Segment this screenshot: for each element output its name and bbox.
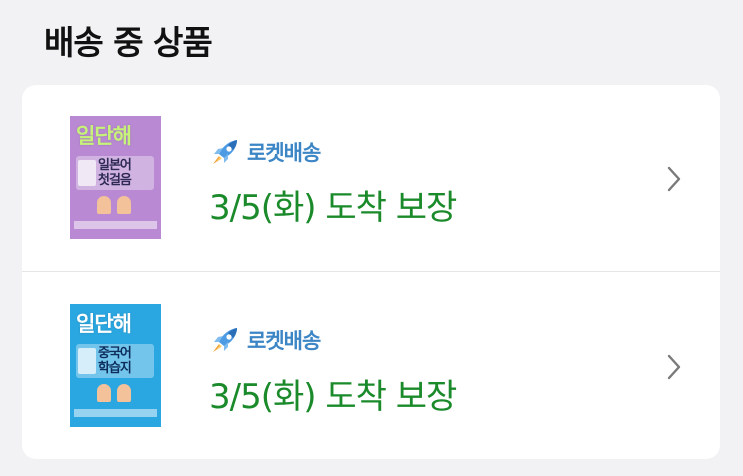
cover-brand: 일단해 <box>76 124 132 148</box>
shipping-item[interactable]: 일단해 일본어 첫걸음 로켓배송 3/5(화) 도착 보장 <box>22 85 720 271</box>
cover-subtitle-line-1: 일본어 <box>98 158 132 173</box>
delivery-type-label: 로켓배송 <box>247 141 321 165</box>
cover-subtitle-line-1: 중국어 <box>98 346 132 361</box>
arrival-guarantee: 3/5(화) 도착 보장 <box>209 377 457 417</box>
chevron-right-icon[interactable] <box>665 353 683 381</box>
delivery-type-row: 로켓배송 <box>209 137 321 167</box>
cover-badge <box>78 348 96 374</box>
cover-illustration <box>84 384 144 404</box>
cover-figure <box>117 196 131 214</box>
chevron-right-icon[interactable] <box>665 165 683 193</box>
product-thumbnail[interactable]: 일단해 중국어 학습지 <box>70 304 161 427</box>
cover-brand: 일단해 <box>76 312 132 336</box>
cover-figure <box>97 384 111 402</box>
cover-subtitle-line-2: 첫걸음 <box>98 173 132 188</box>
delivery-type-label: 로켓배송 <box>247 329 321 353</box>
shipping-item[interactable]: 일단해 중국어 학습지 로켓배송 3/5(화) 도착 보장 <box>22 271 720 458</box>
rocket-icon <box>213 328 237 352</box>
section-title: 배송 중 상품 <box>44 23 213 62</box>
cover-subtitle: 중국어 학습지 <box>98 346 132 376</box>
arrival-guarantee: 3/5(화) 도착 보장 <box>209 188 457 228</box>
cover-badge <box>78 160 96 186</box>
delivery-type-row: 로켓배송 <box>209 325 321 355</box>
cover-subtitle-line-2: 학습지 <box>98 361 132 376</box>
cover-strip <box>74 409 157 417</box>
rocket-icon <box>213 140 237 164</box>
cover-figure <box>117 384 131 402</box>
cover-strip <box>74 221 157 229</box>
cover-figure <box>97 196 111 214</box>
product-thumbnail[interactable]: 일단해 일본어 첫걸음 <box>70 116 161 239</box>
cover-illustration <box>84 196 144 216</box>
cover-subtitle: 일본어 첫걸음 <box>98 158 132 188</box>
shipping-list-card: 일단해 일본어 첫걸음 로켓배송 3/5(화) 도착 보장 일단해 중국어 학습… <box>22 85 720 459</box>
